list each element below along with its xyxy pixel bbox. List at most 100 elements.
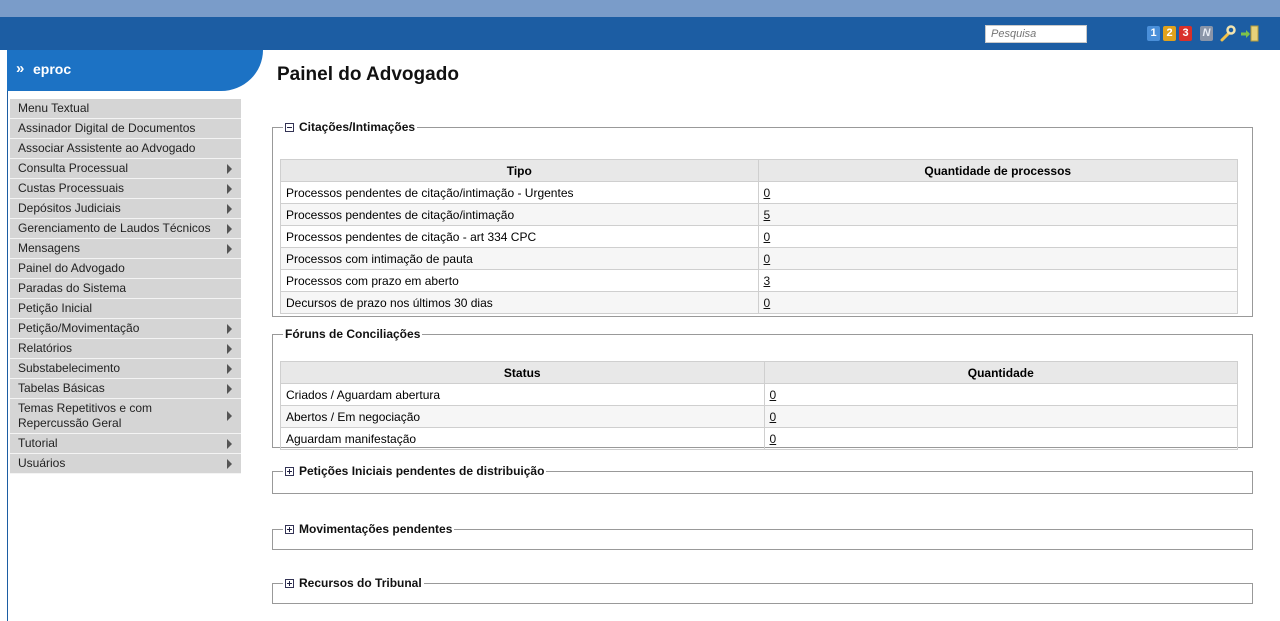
sidebar-item-label: Tabelas Básicas <box>18 381 105 395</box>
sidebar-item[interactable]: Assinador Digital de Documentos <box>10 119 241 139</box>
table-row: Processos pendentes de citação/intimação… <box>280 181 1239 204</box>
sidebar-item-label: Paradas do Sistema <box>18 281 127 295</box>
quantity-link[interactable]: 0 <box>770 410 777 424</box>
sidebar-item[interactable]: Mensagens <box>10 239 241 259</box>
peticoes-legend[interactable]: Petições Iniciais pendentes de distribui… <box>283 464 546 478</box>
row-tipo: Decursos de prazo nos últimos 30 dias <box>280 291 759 314</box>
row-quantidade: 0 <box>757 247 1239 270</box>
sidebar-item-label: Usuários <box>18 456 66 470</box>
quantity-link[interactable]: 0 <box>770 388 777 402</box>
sidebar-item[interactable]: Relatórios <box>10 339 241 359</box>
sidebar-item-label: Petição/Movimentação <box>18 321 140 335</box>
top-bar <box>0 17 1280 50</box>
row-quantidade: 0 <box>763 427 1238 450</box>
search-input[interactable] <box>985 25 1087 43</box>
expand-icon[interactable] <box>285 525 294 534</box>
sidebar-item[interactable]: Petição/Movimentação <box>10 319 241 339</box>
shortcut-badge-2[interactable]: 2 <box>1163 26 1176 41</box>
quantity-link[interactable]: 0 <box>770 432 777 446</box>
submenu-arrow-icon <box>227 163 232 174</box>
sidebar-item-label: Tutorial <box>18 436 58 450</box>
sidebar-item[interactable]: Usuários <box>10 454 241 474</box>
sidebar-item-label: Temas Repetitivos e com Repercussão Gera… <box>18 401 153 430</box>
table-row: Processos com prazo em aberto 3 <box>280 269 1239 292</box>
submenu-arrow-icon <box>227 438 232 449</box>
sidebar-item-label: Gerenciamento de Laudos Técnicos <box>18 221 211 235</box>
submenu-arrow-icon <box>227 203 232 214</box>
quantity-link[interactable]: 5 <box>764 208 771 222</box>
submenu-arrow-icon <box>227 411 232 421</box>
submenu-arrow-icon <box>227 323 232 334</box>
row-quantidade: 0 <box>763 383 1238 406</box>
row-tipo: Processos pendentes de citação/intimação… <box>280 181 759 204</box>
row-tipo: Processos pendentes de citação - art 334… <box>280 225 759 248</box>
row-tipo: Processos com prazo em aberto <box>280 269 759 292</box>
quantity-link[interactable]: 0 <box>764 230 771 244</box>
recursos-legend[interactable]: Recursos do Tribunal <box>283 576 424 590</box>
sidebar-border <box>7 91 8 621</box>
logout-icon[interactable] <box>1240 25 1260 42</box>
quantity-link[interactable]: 3 <box>764 274 771 288</box>
row-quantidade: 0 <box>757 225 1239 248</box>
expand-icon[interactable] <box>285 579 294 588</box>
sidebar-item[interactable]: Temas Repetitivos e com Repercussão Gera… <box>10 399 241 434</box>
sidebar-item[interactable]: Consulta Processual <box>10 159 241 179</box>
submenu-arrow-icon <box>227 183 232 194</box>
double-chevron-up-icon[interactable]: » <box>16 60 24 77</box>
shortcut-badge-1[interactable]: 1 <box>1147 26 1160 41</box>
table-row: Criados / Aguardam abertura 0 <box>280 383 1238 406</box>
sidebar-item[interactable]: Painel do Advogado <box>10 259 241 279</box>
sidebar-item[interactable]: Custas Processuais <box>10 179 241 199</box>
sidebar-item[interactable]: Substabelecimento <box>10 359 241 379</box>
citacoes-legend[interactable]: Citações/Intimações <box>283 120 417 134</box>
sidebar-item[interactable]: Petição Inicial <box>10 299 241 319</box>
sidebar-item-label: Mensagens <box>18 241 81 255</box>
shortcut-badge-3[interactable]: 3 <box>1179 26 1192 41</box>
sidebar-item[interactable]: Gerenciamento de Laudos Técnicos <box>10 219 241 239</box>
submenu-arrow-icon <box>227 223 232 234</box>
sidebar-menu: Menu Textual Assinador Digital de Documen… <box>10 99 241 474</box>
sidebar-item[interactable]: Tabelas Básicas <box>10 379 241 399</box>
expand-icon[interactable] <box>285 467 294 476</box>
table-row: Processos com intimação de pauta 0 <box>280 247 1239 270</box>
column-header-tipo: Tipo <box>280 159 759 182</box>
row-status: Abertos / Em negociação <box>280 405 765 428</box>
column-header-status: Status <box>280 361 765 384</box>
peticoes-panel: Petições Iniciais pendentes de distribui… <box>272 464 1253 494</box>
sidebar-item[interactable]: Menu Textual <box>10 99 241 119</box>
column-header-quantidade: Quantidade <box>763 361 1238 384</box>
recursos-panel: Recursos do Tribunal <box>272 576 1253 604</box>
table-row: Processos pendentes de citação - art 334… <box>280 225 1239 248</box>
row-quantidade: 0 <box>763 405 1238 428</box>
table-row: Abertos / Em negociação 0 <box>280 405 1238 428</box>
row-quantidade: 0 <box>757 291 1239 314</box>
sidebar-item[interactable]: Depósitos Judiciais <box>10 199 241 219</box>
quantity-link[interactable]: 0 <box>764 252 771 266</box>
submenu-arrow-icon <box>227 363 232 374</box>
collapse-icon[interactable] <box>285 123 294 132</box>
column-header-quantidade: Quantidade de processos <box>757 159 1239 182</box>
row-quantidade: 3 <box>757 269 1239 292</box>
quantity-link[interactable]: 0 <box>764 296 771 310</box>
sidebar-header[interactable]: » eproc <box>7 50 263 91</box>
submenu-arrow-icon <box>227 343 232 354</box>
movimentacoes-legend[interactable]: Movimentações pendentes <box>283 522 454 536</box>
wrench-icon[interactable] <box>1220 25 1236 42</box>
sidebar-item-label: Consulta Processual <box>18 161 129 175</box>
sidebar-item[interactable]: Paradas do Sistema <box>10 279 241 299</box>
sidebar-item[interactable]: Associar Assistente ao Advogado <box>10 139 241 159</box>
row-tipo: Processos com intimação de pauta <box>280 247 759 270</box>
table-row: Aguardam manifestação 0 <box>280 427 1238 450</box>
row-quantidade: 0 <box>757 181 1239 204</box>
sidebar-item-label: Assinador Digital de Documentos <box>18 121 196 135</box>
submenu-arrow-icon <box>227 243 232 254</box>
sidebar-item[interactable]: Tutorial <box>10 434 241 454</box>
sidebar-item-label: Relatórios <box>18 341 73 355</box>
quantity-link[interactable]: 0 <box>764 186 771 200</box>
sidebar-item-label: Associar Assistente ao Advogado <box>18 141 196 155</box>
shortcut-badge-n[interactable]: N <box>1200 26 1213 41</box>
table-row: Processos pendentes de citação/intimação… <box>280 203 1239 226</box>
row-status: Criados / Aguardam abertura <box>280 383 765 406</box>
row-tipo: Processos pendentes de citação/intimação <box>280 203 759 226</box>
sidebar-item-label: Substabelecimento <box>18 361 121 375</box>
